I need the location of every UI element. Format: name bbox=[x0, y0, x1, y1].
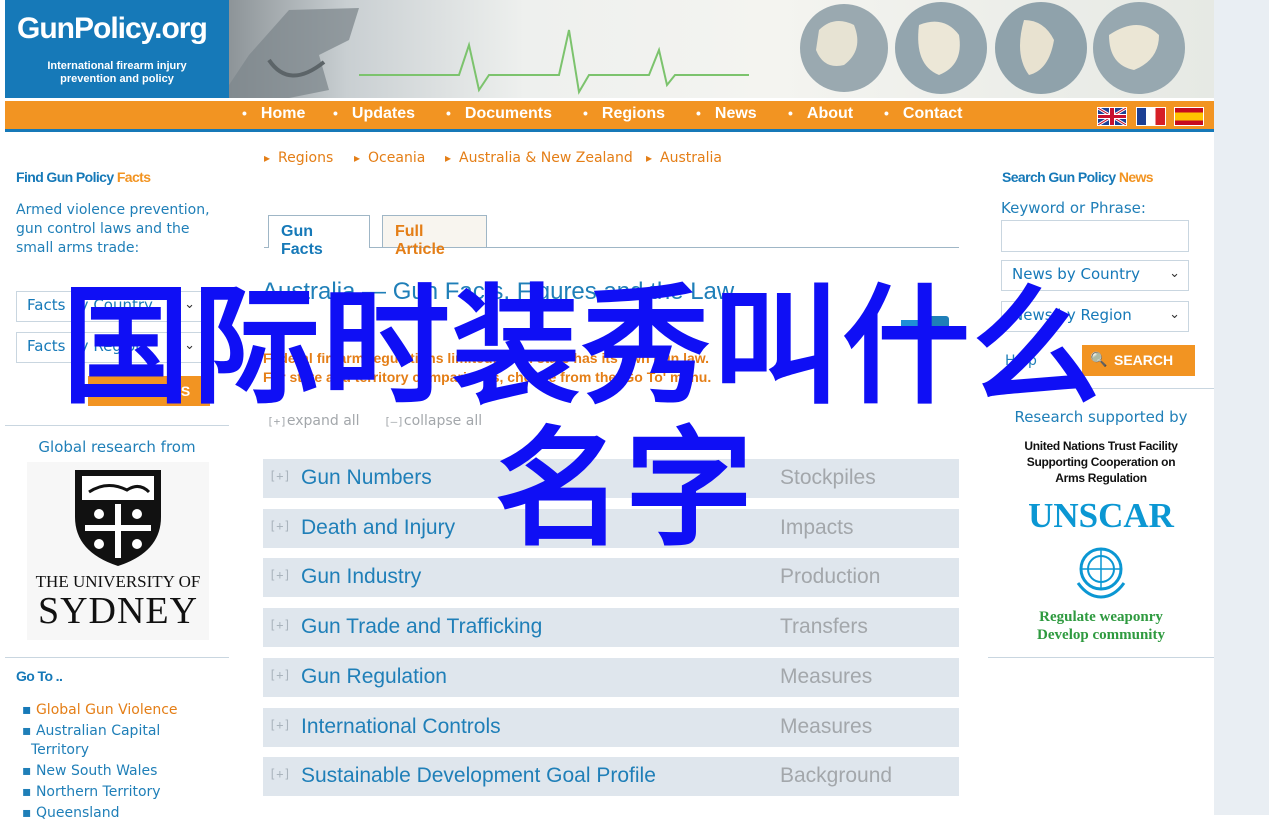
expand-icon: [+] bbox=[269, 519, 291, 533]
section-label: International Controls bbox=[301, 715, 501, 738]
facts-search-title: Find Gun Policy Facts bbox=[16, 169, 151, 185]
nav-regions[interactable]: Regions bbox=[583, 105, 665, 123]
section-category: Production bbox=[780, 565, 881, 588]
search-button-label: SEARCH bbox=[1114, 352, 1174, 368]
expand-icon: [+] bbox=[269, 718, 291, 732]
expand-icon: [+] bbox=[269, 767, 291, 781]
divider bbox=[5, 657, 229, 658]
section-category: Stockpiles bbox=[780, 466, 876, 489]
logo-title: GunPolicy.org bbox=[17, 12, 208, 45]
goto-item-nsw[interactable]: ▪ New South Wales bbox=[22, 762, 222, 781]
goto-item-global-gun-violence[interactable]: ▪ Global Gun Violence bbox=[22, 701, 222, 720]
goto-item-label: New South Wales bbox=[35, 763, 158, 779]
nav-documents[interactable]: Documents bbox=[446, 105, 552, 123]
site-logo[interactable]: GunPolicy.org International firearm inju… bbox=[5, 0, 229, 98]
keyword-label: Keyword or Phrase: bbox=[1001, 199, 1146, 217]
goto-item-qld[interactable]: ▪ Queensland bbox=[22, 804, 222, 823]
divider bbox=[988, 657, 1214, 658]
section-category: Measures bbox=[780, 665, 873, 688]
section-category: Impacts bbox=[780, 516, 854, 539]
crest-icon bbox=[75, 470, 161, 566]
unscar-line: United Nations Trust Facility bbox=[1024, 439, 1178, 453]
keyword-input[interactable] bbox=[1001, 220, 1189, 252]
expand-icon: [+] bbox=[269, 668, 291, 682]
spanish-flag-icon[interactable] bbox=[1174, 107, 1204, 126]
section-row-gun-trade[interactable]: [+] Gun Trade and Trafficking Transfers bbox=[263, 608, 959, 647]
section-row-gun-regulation[interactable]: [+] Gun Regulation Measures bbox=[263, 658, 959, 697]
nav-home[interactable]: Home bbox=[242, 105, 305, 123]
unscar-line: Arms Regulation bbox=[1055, 471, 1147, 485]
section-category: Measures bbox=[780, 715, 873, 738]
research-label: Global research from bbox=[38, 438, 196, 456]
university-name-big: SYDNEY bbox=[37, 590, 199, 632]
section-label: Gun Regulation bbox=[301, 665, 447, 688]
logo-subtitle: International firearm injury prevention … bbox=[17, 60, 217, 86]
tab-gun-facts[interactable]: Gun Facts bbox=[268, 215, 370, 258]
page-background: GunPolicy.org International firearm inju… bbox=[0, 0, 1269, 821]
nav-about[interactable]: About bbox=[788, 105, 853, 123]
section-label: Gun Numbers bbox=[301, 466, 432, 489]
university-of-sydney-logo[interactable]: THE UNIVERSITY OF SYDNEY bbox=[27, 462, 209, 640]
left-sidebar: Find Gun Policy Facts Armed violence pre… bbox=[5, 160, 229, 821]
french-flag-icon[interactable] bbox=[1136, 107, 1166, 126]
nav-updates[interactable]: Updates bbox=[333, 105, 415, 123]
divider bbox=[5, 425, 229, 426]
overlay-title-line-1: 国际时装秀叫什么 bbox=[62, 273, 1103, 422]
breadcrumb-australia[interactable]: Australia bbox=[646, 150, 722, 166]
facts-description: Armed violence prevention, gun control l… bbox=[16, 202, 210, 256]
tab-full-article[interactable]: Full Article bbox=[382, 215, 487, 258]
breadcrumb-anz[interactable]: Australia & New Zealand bbox=[445, 150, 633, 166]
nav-news[interactable]: News bbox=[696, 105, 757, 123]
main-navigation: Home Updates Documents Regions News Abou… bbox=[5, 101, 1214, 132]
goto-item-act[interactable]: ▪ Australian Capital Territory bbox=[22, 722, 222, 760]
goto-title: Go To .. bbox=[16, 668, 63, 684]
chevron-down-icon: ⌄ bbox=[1169, 266, 1180, 281]
section-label: Sustainable Development Goal Profile bbox=[301, 764, 656, 787]
breadcrumb-oceania[interactable]: Oceania bbox=[354, 150, 425, 166]
logo-subtitle-line: prevention and policy bbox=[60, 73, 174, 85]
unscar-tagline-line: Regulate weaponry bbox=[1039, 609, 1163, 625]
unscar-tagline-line: Develop community bbox=[1037, 627, 1165, 643]
unscar-description: United Nations Trust Facility Supporting… bbox=[1001, 438, 1201, 486]
news-title-part: Search Gun Policy bbox=[1002, 169, 1116, 185]
logo-subtitle-line: International firearm injury bbox=[47, 60, 187, 72]
expand-icon: [+] bbox=[269, 618, 291, 632]
goto-list: ▪ Global Gun Violence ▪ Australian Capit… bbox=[22, 701, 222, 823]
expand-icon: [+] bbox=[269, 469, 291, 483]
breadcrumb-regions[interactable]: Regions bbox=[264, 150, 333, 166]
section-label: Gun Industry bbox=[301, 565, 422, 588]
chevron-down-icon: ⌄ bbox=[1169, 307, 1180, 322]
unscar-tagline: Regulate weaponry Develop community bbox=[1001, 608, 1201, 644]
english-flag-icon[interactable] bbox=[1097, 106, 1127, 127]
right-sidebar: Search Gun Policy News Keyword or Phrase… bbox=[988, 160, 1214, 815]
facts-title-part: Find Gun Policy bbox=[16, 169, 114, 185]
unscar-line: Supporting Cooperation on bbox=[1026, 455, 1176, 469]
news-search-title: Search Gun Policy News bbox=[1002, 169, 1154, 185]
section-label: Gun Trade and Trafficking bbox=[301, 615, 543, 638]
un-emblem-icon bbox=[1068, 543, 1134, 599]
section-label: Death and Injury bbox=[301, 516, 456, 539]
section-row-international-controls[interactable]: [+] International Controls Measures bbox=[263, 708, 959, 747]
section-category: Transfers bbox=[780, 615, 868, 638]
banner-graphic bbox=[229, 2, 1185, 98]
header-banner-image bbox=[229, 0, 1214, 98]
site-canvas: GunPolicy.org International firearm inju… bbox=[0, 0, 1214, 821]
goto-item-label: Queensland bbox=[35, 805, 120, 821]
goto-item-label: Global Gun Violence bbox=[35, 702, 178, 718]
section-category: Background bbox=[780, 764, 893, 787]
overlay-title-line-2: 名字 bbox=[495, 415, 756, 564]
nav-contact[interactable]: Contact bbox=[884, 105, 963, 123]
news-title-highlight: News bbox=[1118, 169, 1154, 185]
section-row-sdg-profile[interactable]: [+] Sustainable Development Goal Profile B… bbox=[263, 757, 959, 796]
expand-icon: [+] bbox=[269, 568, 291, 582]
goto-item-nt[interactable]: ▪ Northern Territory bbox=[22, 783, 222, 802]
facts-title-highlight: Facts bbox=[116, 169, 151, 185]
goto-item-label: Northern Territory bbox=[35, 784, 161, 800]
goto-item-label: Australian Capital Territory bbox=[31, 723, 161, 758]
unscar-logo[interactable]: UNSCAR bbox=[1001, 496, 1201, 536]
